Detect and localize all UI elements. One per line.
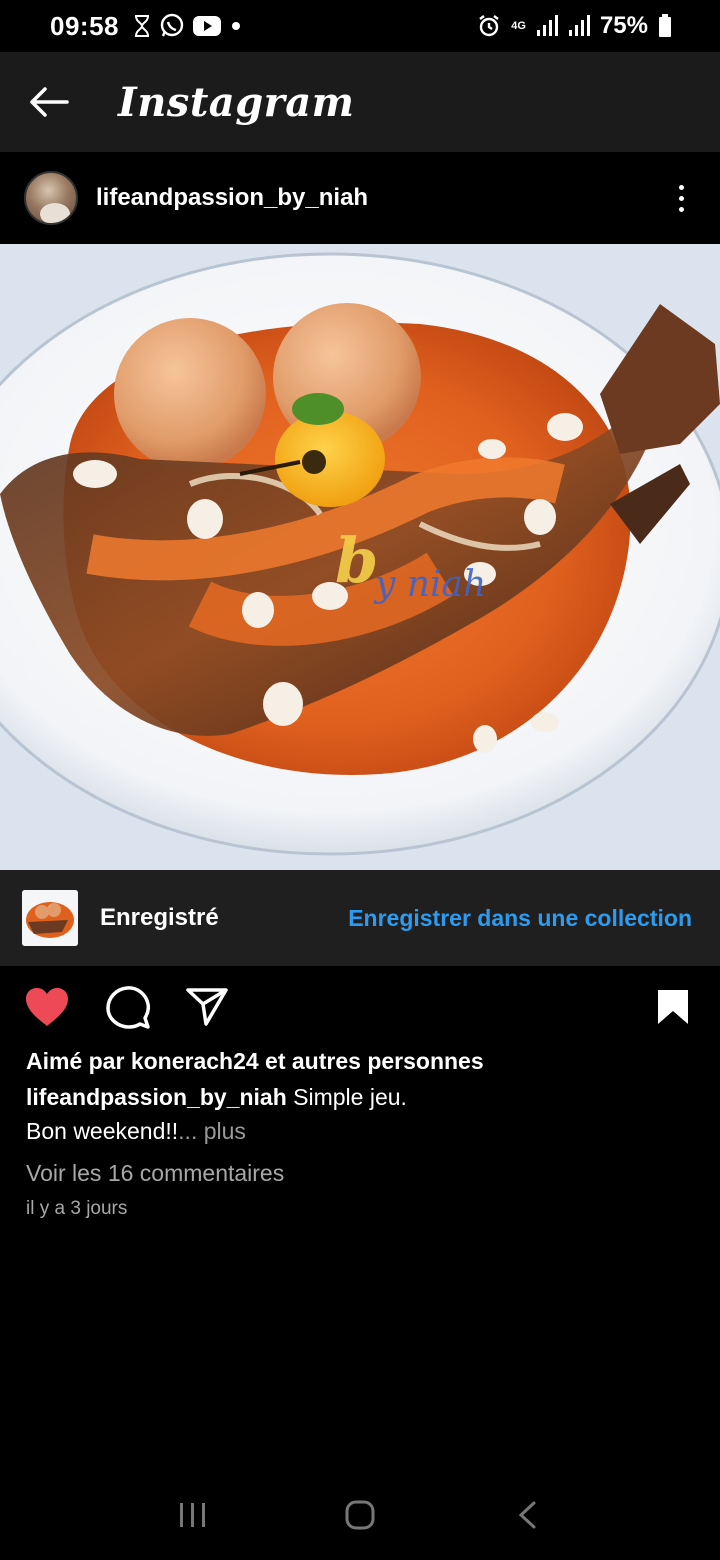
post-image[interactable]: b y niah — [0, 244, 720, 870]
signal-icon-2 — [568, 15, 590, 36]
like-button[interactable] — [24, 986, 70, 1028]
recent-apps-icon — [180, 1503, 206, 1527]
caption-line-2: Bon weekend!! — [26, 1118, 179, 1144]
chevron-left-icon — [518, 1501, 536, 1529]
whatsapp-icon — [160, 13, 184, 37]
status-bar: 09:58 4G 75% — [0, 0, 720, 52]
post-timestamp: il y a 3 jours — [26, 1198, 128, 1219]
hourglass-icon — [135, 15, 149, 37]
comment-button[interactable] — [106, 985, 150, 1029]
caption: lifeandpassion_by_niah Simple jeu. Bon w… — [26, 1080, 696, 1148]
save-to-collection-link[interactable]: Enregistrer dans une collection — [348, 905, 692, 932]
arrow-left-icon — [30, 87, 69, 117]
network-type: 4G — [511, 20, 526, 32]
caption-username[interactable]: lifeandpassion_by_niah — [26, 1084, 287, 1110]
status-notification-icons — [133, 13, 243, 39]
more-vertical-icon — [678, 184, 684, 190]
share-button[interactable] — [186, 987, 228, 1027]
system-nav-bar — [0, 1470, 720, 1560]
post-actions — [0, 966, 720, 1048]
view-comments-link[interactable]: Voir les 16 commentaires — [26, 1156, 696, 1190]
post-header: lifeandpassion_by_niah — [0, 152, 720, 244]
svg-text:y niah: y niah — [373, 564, 486, 605]
avatar[interactable] — [24, 171, 78, 225]
more-options-button[interactable] — [666, 178, 696, 218]
food-photo: b y niah — [0, 244, 720, 870]
back-button[interactable] — [0, 52, 98, 152]
post-username[interactable]: lifeandpassion_by_niah — [96, 184, 368, 212]
bookmark-icon — [658, 990, 688, 1024]
app-title: Instagram — [118, 78, 355, 126]
caption-area: Aimé par konerach24 et autres personnes … — [26, 1046, 696, 1220]
comment-icon — [106, 986, 150, 1029]
youtube-icon — [193, 16, 221, 36]
heart-icon — [26, 988, 68, 1026]
alarm-icon — [479, 15, 499, 37]
back-nav-button[interactable] — [497, 1485, 557, 1545]
battery-icon — [659, 14, 671, 37]
status-time: 09:58 — [50, 10, 119, 41]
signal-icon — [536, 15, 558, 36]
home-icon — [345, 1500, 375, 1530]
saved-label: Enregistré — [100, 904, 219, 931]
app-bar: Instagram — [0, 52, 720, 152]
home-button[interactable] — [330, 1485, 390, 1545]
liked-by-text[interactable]: Aimé par konerach24 et autres personnes — [26, 1046, 696, 1076]
save-button[interactable] — [656, 988, 690, 1026]
caption-text: Simple jeu. — [286, 1084, 407, 1110]
dot-icon — [232, 22, 240, 30]
send-icon — [186, 988, 228, 1026]
saved-bar: Enregistré Enregistrer dans une collecti… — [0, 870, 720, 966]
more-link[interactable]: ... plus — [178, 1118, 246, 1144]
recent-apps-button[interactable] — [163, 1485, 223, 1545]
status-system-icons: 4G 75% — [477, 12, 672, 40]
battery-percent: 75% — [599, 12, 648, 39]
saved-thumbnail[interactable] — [22, 890, 78, 946]
image-watermark: b — [335, 524, 378, 597]
